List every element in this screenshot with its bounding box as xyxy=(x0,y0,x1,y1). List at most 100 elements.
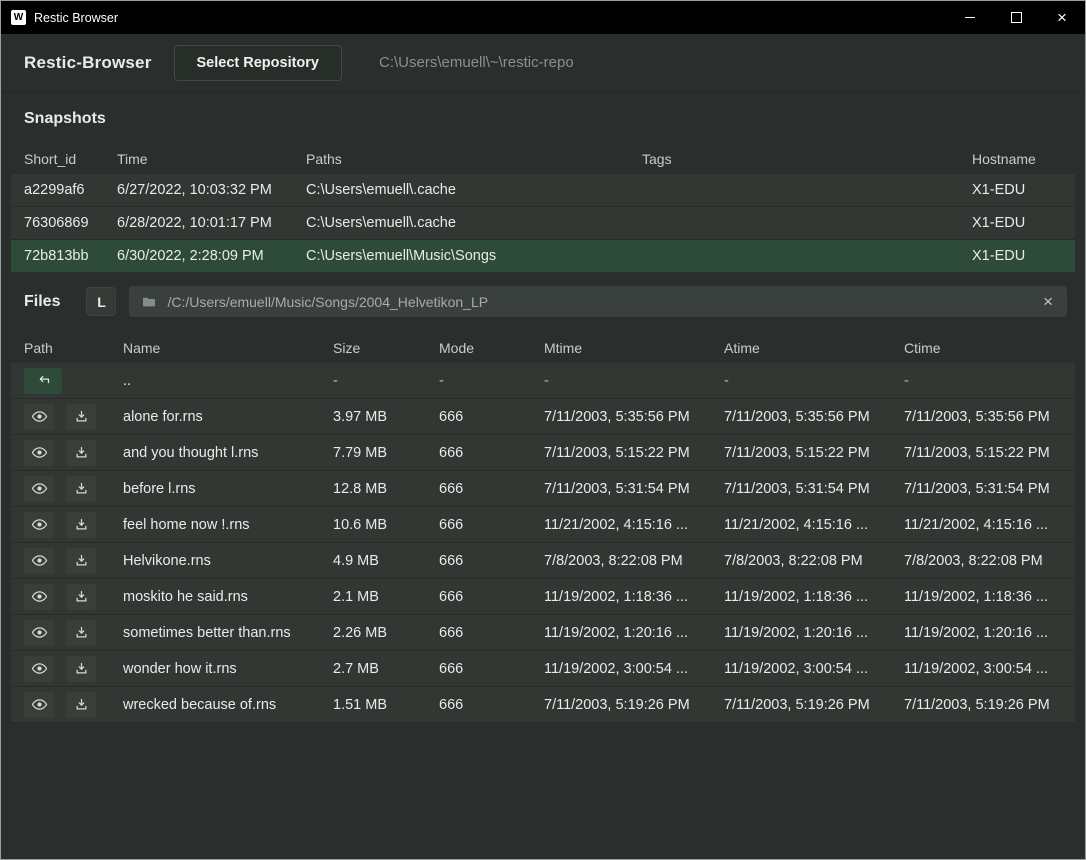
preview-button[interactable] xyxy=(24,692,54,718)
snapshot-hostname: X1-EDU xyxy=(972,215,1075,231)
file-atime: 11/19/2002, 1:18:36 ... xyxy=(724,589,904,605)
download-button[interactable] xyxy=(66,476,96,502)
download-button[interactable] xyxy=(66,656,96,682)
files-table: Path Name Size Mode Mtime Atime Ctime ..… xyxy=(11,333,1075,723)
file-mode: 666 xyxy=(439,625,544,641)
file-name: before l.rns xyxy=(123,481,333,497)
file-size: 4.9 MB xyxy=(333,553,439,569)
snapshot-row[interactable]: 76306869 6/28/2022, 10:01:17 PM C:\Users… xyxy=(11,207,1075,240)
file-name: wonder how it.rns xyxy=(123,661,333,677)
file-mtime: 7/11/2003, 5:31:54 PM xyxy=(544,481,724,497)
column-name: Name xyxy=(123,340,333,356)
file-name: alone for.rns xyxy=(123,409,333,425)
maximize-button[interactable] xyxy=(993,1,1039,34)
file-atime: 7/11/2003, 5:35:56 PM xyxy=(724,409,904,425)
list-mode-toggle[interactable]: L xyxy=(86,287,116,316)
files-path-value: /C:/Users/emuell/Music/Songs/2004_Helvet… xyxy=(167,294,1031,310)
eye-icon xyxy=(31,444,48,461)
parent-dir-row: .. - - - - - xyxy=(11,363,1075,399)
column-atime: Atime xyxy=(724,340,904,356)
preview-button[interactable] xyxy=(24,476,54,502)
select-repository-button[interactable]: Select Repository xyxy=(174,45,343,81)
file-row: alone for.rns 3.97 MB 666 7/11/2003, 5:3… xyxy=(11,399,1075,435)
snapshot-short-id: a2299af6 xyxy=(24,182,117,198)
file-mtime: 7/11/2003, 5:19:26 PM xyxy=(544,697,724,713)
file-ctime: 11/19/2002, 1:18:36 ... xyxy=(904,589,1075,605)
snapshots-table: Short_id Time Paths Tags Hostname a2299a… xyxy=(11,144,1075,273)
preview-button[interactable] xyxy=(24,512,54,538)
download-button[interactable] xyxy=(66,404,96,430)
minimize-button[interactable] xyxy=(947,1,993,34)
preview-button[interactable] xyxy=(24,656,54,682)
snapshot-row-selected[interactable]: 72b813bb 6/30/2022, 2:28:09 PM C:\Users\… xyxy=(11,240,1075,273)
window-controls: × xyxy=(947,1,1085,34)
close-button[interactable]: × xyxy=(1039,1,1085,34)
clear-path-button[interactable]: × xyxy=(1041,293,1055,310)
file-atime: 11/19/2002, 3:00:54 ... xyxy=(724,661,904,677)
file-row: wrecked because of.rns 1.51 MB 666 7/11/… xyxy=(11,687,1075,723)
eye-icon xyxy=(31,624,48,641)
download-button[interactable] xyxy=(66,440,96,466)
file-mode: 666 xyxy=(439,409,544,425)
snapshot-paths: C:\Users\emuell\Music\Songs xyxy=(306,248,642,264)
file-row: before l.rns 12.8 MB 666 7/11/2003, 5:31… xyxy=(11,471,1075,507)
file-name: Helvikone.rns xyxy=(123,553,333,569)
snapshot-paths: C:\Users\emuell\.cache xyxy=(306,182,642,198)
preview-button[interactable] xyxy=(24,584,54,610)
snapshot-row[interactable]: a2299af6 6/27/2022, 10:03:32 PM C:\Users… xyxy=(11,174,1075,207)
eye-icon xyxy=(31,516,48,533)
preview-button[interactable] xyxy=(24,548,54,574)
file-size: 2.1 MB xyxy=(333,589,439,605)
app-header: Restic-Browser Select Repository C:\User… xyxy=(1,34,1085,92)
file-name: wrecked because of.rns xyxy=(123,697,333,713)
file-name: sometimes better than.rns xyxy=(123,625,333,641)
snapshot-short-id: 76306869 xyxy=(24,215,117,231)
preview-button[interactable] xyxy=(24,620,54,646)
download-button[interactable] xyxy=(66,620,96,646)
download-button[interactable] xyxy=(66,548,96,574)
file-ctime: 7/11/2003, 5:19:26 PM xyxy=(904,697,1075,713)
file-size: 2.7 MB xyxy=(333,661,439,677)
preview-button[interactable] xyxy=(24,404,54,430)
download-icon xyxy=(74,589,89,604)
file-mode: 666 xyxy=(439,589,544,605)
download-button[interactable] xyxy=(66,692,96,718)
snapshots-table-header: Short_id Time Paths Tags Hostname xyxy=(11,144,1075,174)
download-icon xyxy=(74,661,89,676)
file-mtime: 7/11/2003, 5:15:22 PM xyxy=(544,445,724,461)
download-icon xyxy=(74,697,89,712)
preview-button[interactable] xyxy=(24,440,54,466)
download-icon xyxy=(74,517,89,532)
file-mode: 666 xyxy=(439,481,544,497)
window-title: Restic Browser xyxy=(34,11,118,25)
snapshots-title: Snapshots xyxy=(24,110,1085,128)
file-size: 2.26 MB xyxy=(333,625,439,641)
download-button[interactable] xyxy=(66,584,96,610)
files-title: Files xyxy=(24,293,60,311)
file-ctime: 11/19/2002, 1:20:16 ... xyxy=(904,625,1075,641)
file-atime: 7/11/2003, 5:15:22 PM xyxy=(724,445,904,461)
file-ctime: 11/19/2002, 3:00:54 ... xyxy=(904,661,1075,677)
files-path-input[interactable]: /C:/Users/emuell/Music/Songs/2004_Helvet… xyxy=(129,286,1067,317)
column-ctime: Ctime xyxy=(904,340,1075,356)
snapshot-paths: C:\Users\emuell\.cache xyxy=(306,215,642,231)
file-mtime: 7/11/2003, 5:35:56 PM xyxy=(544,409,724,425)
app-name: Restic-Browser xyxy=(24,53,152,73)
file-mtime: 11/21/2002, 4:15:16 ... xyxy=(544,517,724,533)
repository-path: C:\Users\emuell\~\restic-repo xyxy=(379,54,574,71)
column-path: Path xyxy=(24,340,123,356)
file-size: 7.79 MB xyxy=(333,445,439,461)
file-ctime: 7/11/2003, 5:35:56 PM xyxy=(904,409,1075,425)
folder-icon xyxy=(141,294,157,310)
go-up-button[interactable] xyxy=(24,368,62,394)
file-mode: 666 xyxy=(439,445,544,461)
file-size: 10.6 MB xyxy=(333,517,439,533)
column-short-id: Short_id xyxy=(24,151,117,167)
download-icon xyxy=(74,625,89,640)
snapshot-time: 6/28/2022, 10:01:17 PM xyxy=(117,215,306,231)
minimize-icon xyxy=(965,17,975,18)
eye-icon xyxy=(31,408,48,425)
file-name: moskito he said.rns xyxy=(123,589,333,605)
file-name: feel home now !.rns xyxy=(123,517,333,533)
download-button[interactable] xyxy=(66,512,96,538)
